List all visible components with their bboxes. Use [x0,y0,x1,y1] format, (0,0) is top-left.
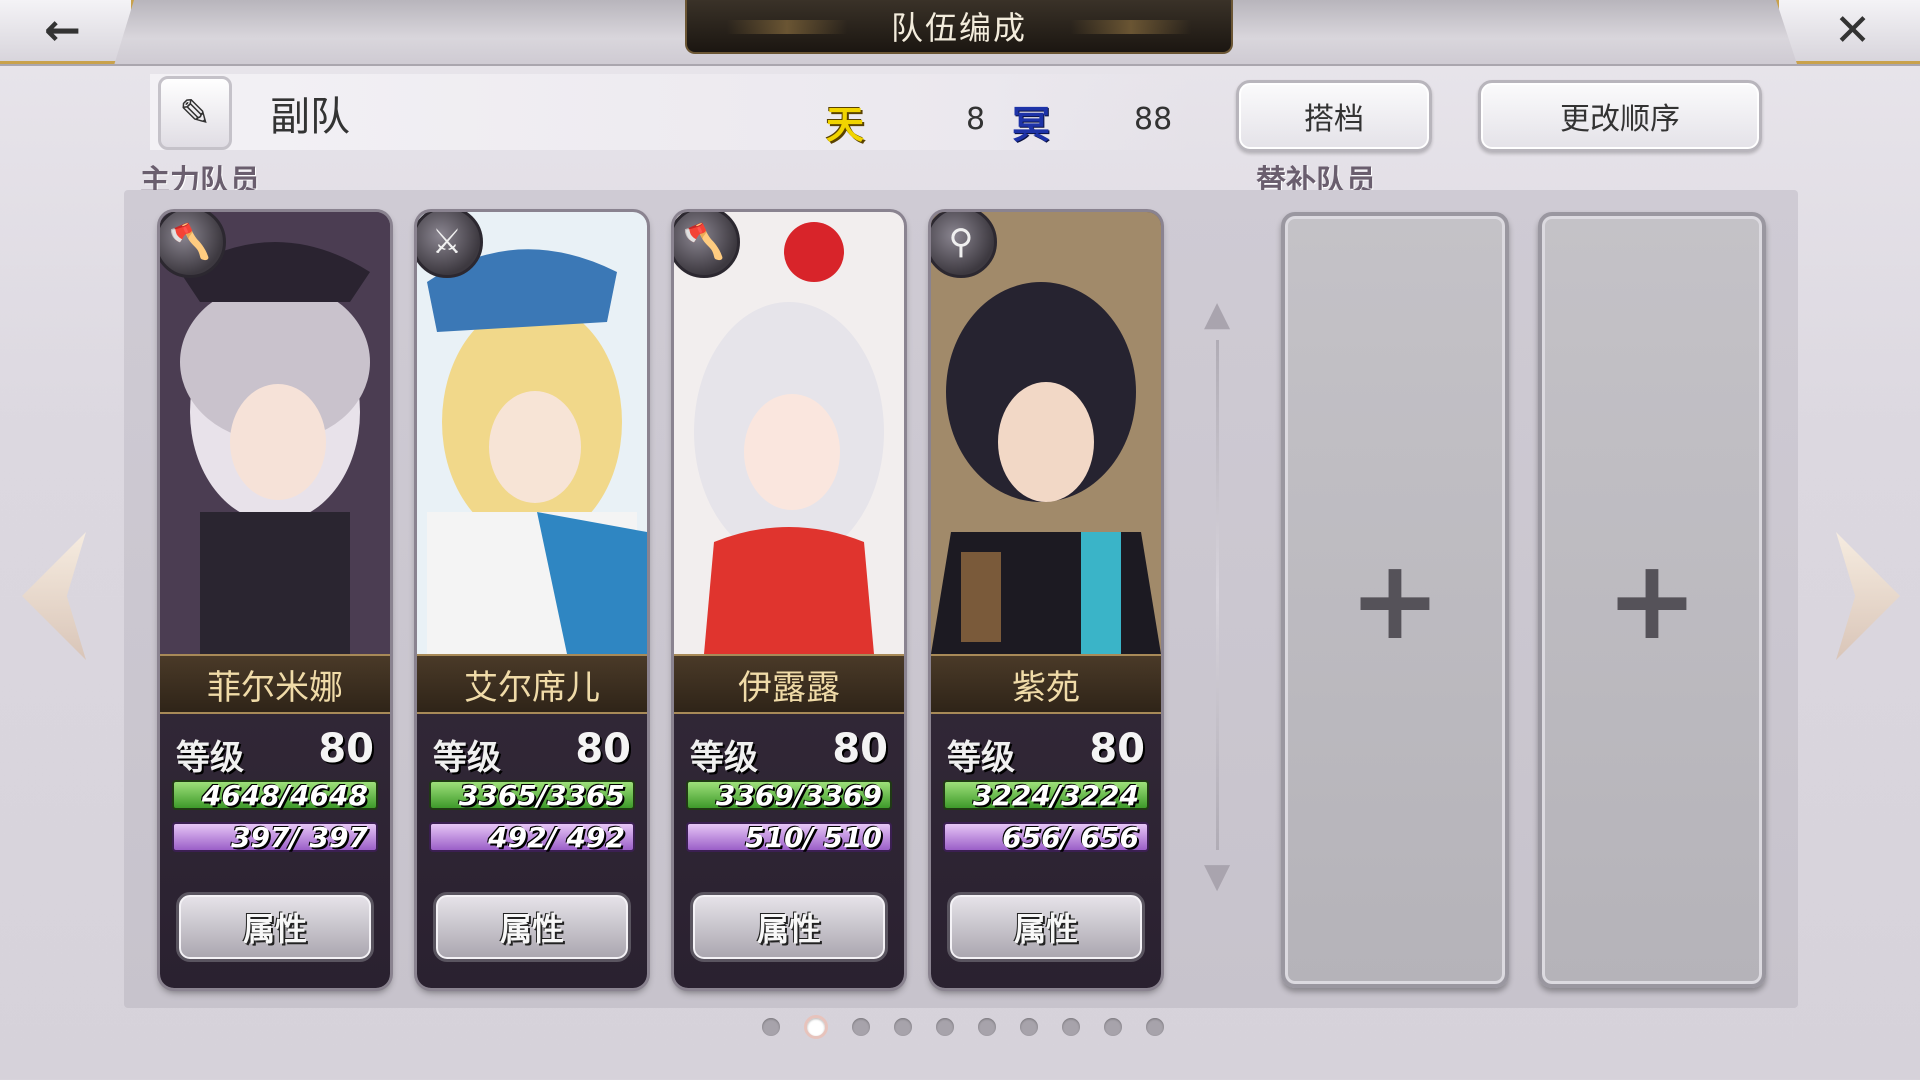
mp-bar: 510/ 510 [686,821,892,854]
attributes-button[interactable]: 属性 [176,892,374,962]
member-card-2[interactable]: ⚔ 艾尔席儿 等级 80 3365/3365 492/ 492 属性 [417,212,647,988]
dark-attribute-badge: 冥 [1012,102,1051,147]
member-card-3[interactable]: 🪓 伊露露 等级 80 3369/3369 510/ 510 属性 [674,212,904,988]
page-dot[interactable] [762,1018,780,1036]
level-value: 80 [1089,726,1145,772]
divider-line [1216,340,1219,850]
page-dot[interactable] [1146,1018,1164,1036]
member-name: 菲尔米娜 [160,654,390,714]
page-dot[interactable] [804,1015,828,1039]
down-arrow-icon: ▼ [1204,856,1231,896]
hp-bar: 3365/3365 [429,779,635,812]
reserve-slot-1[interactable]: + [1281,212,1509,988]
page-indicator [762,1015,1164,1039]
character-portrait [417,212,647,654]
mp-bar: 656/ 656 [943,821,1149,854]
level-label: 等级 [176,738,244,778]
level-label: 等级 [433,738,501,778]
hp-bar: 3369/3369 [686,779,892,812]
attributes-button[interactable]: 属性 [433,892,631,962]
page-dot[interactable] [1020,1018,1038,1036]
back-button[interactable]: ← [0,0,134,64]
attributes-button[interactable]: 属性 [690,892,888,962]
character-portrait [931,212,1161,654]
change-order-button[interactable]: 更改顺序 [1478,80,1762,152]
member-name: 伊露露 [674,654,904,714]
up-arrow-icon: ▲ [1204,294,1231,334]
previous-team-arrow[interactable] [22,532,86,660]
attributes-button[interactable]: 属性 [947,892,1145,962]
character-portrait [674,212,904,654]
quill-pen-icon: ✎ [179,91,211,135]
dark-attribute-value: 88 [1134,102,1173,137]
level-value: 80 [832,726,888,772]
close-icon: ✕ [1834,5,1871,56]
back-arrow-icon: ← [44,5,81,56]
team-name: 副队 [270,94,350,140]
reserve-slot-2[interactable]: + [1538,212,1766,988]
sky-attribute-badge: 天 [826,102,865,147]
page-title: 队伍编成 [685,0,1233,54]
swap-divider: ▲ ▼ [1204,294,1230,896]
mp-bar: 492/ 492 [429,821,635,854]
next-team-arrow[interactable] [1836,532,1900,660]
page-dot[interactable] [852,1018,870,1036]
plus-icon: + [1605,536,1699,664]
sky-attribute-value: 8 [966,102,986,137]
level-value: 80 [318,726,374,772]
member-card-4[interactable]: ⚲ 紫苑 等级 80 3224/3224 656/ 656 属性 [931,212,1161,988]
edit-team-name-button[interactable]: ✎ [158,76,232,150]
mp-bar: 397/ 397 [172,821,378,854]
hp-bar: 4648/4648 [172,779,378,812]
level-label: 等级 [947,738,1015,778]
close-button[interactable]: ✕ [1776,0,1920,64]
partner-button[interactable]: 搭档 [1236,80,1432,152]
character-portrait [160,212,390,654]
level-value: 80 [575,726,631,772]
page-dot[interactable] [894,1018,912,1036]
member-name: 紫苑 [931,654,1161,714]
page-dot[interactable] [978,1018,996,1036]
page-dot[interactable] [1104,1018,1122,1036]
member-card-1[interactable]: 🪓 菲尔米娜 等级 80 4648/4648 397/ 397 属性 [160,212,390,988]
level-label: 等级 [690,738,758,778]
member-name: 艾尔席儿 [417,654,647,714]
page-dot[interactable] [936,1018,954,1036]
hp-bar: 3224/3224 [943,779,1149,812]
plus-icon: + [1348,536,1442,664]
page-dot[interactable] [1062,1018,1080,1036]
